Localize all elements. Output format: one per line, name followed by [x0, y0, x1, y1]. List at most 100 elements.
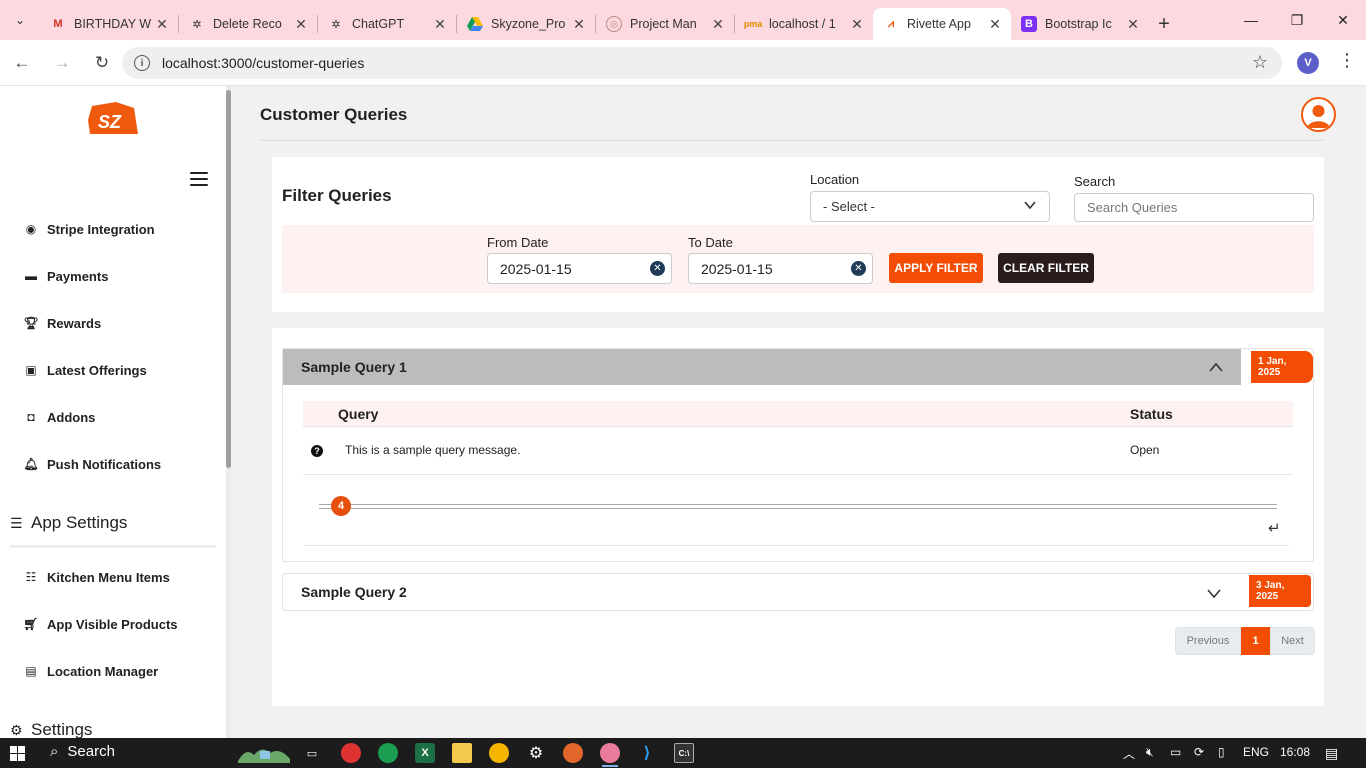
pagination-previous[interactable]: Previous — [1175, 627, 1241, 655]
person-badge-icon: ▤ — [25, 664, 37, 678]
reply-count-badge[interactable]: 4 — [331, 496, 351, 516]
chrome-app-icon[interactable] — [489, 743, 509, 763]
sidebar-item-label: Push Notifications — [47, 456, 162, 472]
browser-tab-active[interactable]: ⩘ Rivette App ✕ — [873, 8, 1011, 40]
chrome-app-icon[interactable] — [378, 743, 398, 763]
battery-icon[interactable]: ▯ — [1218, 745, 1225, 759]
back-arrow-icon[interactable]: ← — [4, 45, 40, 81]
browser-tab[interactable]: ◎ Project Man ✕ — [596, 8, 734, 40]
taskbar-widget-icon[interactable] — [236, 743, 292, 763]
notifications-icon[interactable]: ▤ — [1325, 745, 1338, 762]
tab-close-icon[interactable]: ✕ — [849, 16, 865, 33]
chrome-app-icon[interactable] — [341, 743, 361, 763]
clear-from-date-icon[interactable]: ✕ — [650, 261, 665, 276]
settings-gear-icon[interactable]: ⚙ — [526, 743, 546, 763]
page-title: Customer Queries — [260, 105, 408, 124]
restore-icon[interactable]: ❐ — [1274, 0, 1320, 40]
pagination-page-current[interactable]: 1 — [1241, 627, 1270, 655]
file-explorer-icon[interactable] — [452, 743, 472, 763]
sidebar-item-addons[interactable]: ◘ Addons — [24, 406, 95, 428]
browser-tab[interactable]: ✲ ChatGPT ✕ — [318, 8, 456, 40]
url-text[interactable]: localhost:3000/customer-queries — [162, 55, 364, 71]
new-tab-icon[interactable]: + — [1149, 9, 1179, 39]
credit-card-icon: ▬ — [25, 269, 37, 283]
sidebar-section-app-settings[interactable]: ☰ App Settings — [10, 513, 127, 533]
taskbar-search[interactable]: ⌕ Search — [50, 743, 115, 760]
tray-chevron-up-icon[interactable]: ︿ — [1123, 745, 1135, 762]
sidebar-item-latest-offerings[interactable]: ▣ Latest Offerings — [24, 359, 146, 381]
query-accordion-header[interactable]: Sample Query 1 — [283, 349, 1241, 385]
browser-tab[interactable]: M BIRTHDAY W ✕ — [40, 8, 178, 40]
search-input[interactable] — [1074, 193, 1314, 222]
sidebar-section-settings[interactable]: ⚙ Settings — [10, 720, 92, 738]
hamburger-menu-icon[interactable] — [190, 172, 208, 188]
tab-close-icon[interactable]: ✕ — [154, 16, 170, 33]
tab-close-icon[interactable]: ✕ — [1125, 16, 1141, 33]
browser-menu-icon[interactable]: ⋮ — [1338, 50, 1356, 71]
tab-close-icon[interactable]: ✕ — [571, 16, 587, 33]
network-icon[interactable]: ▭ — [1170, 745, 1181, 759]
site-info-icon[interactable]: i — [134, 55, 150, 71]
clear-to-date-icon[interactable]: ✕ — [851, 261, 866, 276]
to-date-input[interactable]: 2025-01-15 ✕ — [688, 253, 873, 284]
pagination-next[interactable]: Next — [1270, 627, 1315, 655]
sidebar-item-payments[interactable]: ▬ Payments — [24, 265, 108, 287]
url-field[interactable]: i localhost:3000/customer-queries ☆ — [122, 47, 1282, 79]
location-select[interactable]: - Select - — [810, 191, 1050, 222]
reply-enter-icon[interactable]: ↵ — [1268, 519, 1281, 537]
close-window-icon[interactable]: ✕ — [1320, 0, 1366, 40]
chatgpt-icon: ✲ — [331, 18, 341, 31]
tab-close-icon[interactable]: ✕ — [432, 16, 448, 33]
tab-search-chevron-icon[interactable]: ⌄ — [0, 0, 40, 40]
date-badge-line2: 2025 — [1256, 591, 1279, 602]
chrome-app-icon[interactable] — [600, 743, 620, 763]
sidebar-item-stripe-integration[interactable]: ◉ Stripe Integration — [24, 218, 155, 240]
browser-tab[interactable]: ✲ Delete Reco ✕ — [179, 8, 317, 40]
excel-app-icon[interactable]: X — [415, 743, 435, 763]
vscode-app-icon[interactable]: ⟩ — [637, 743, 657, 763]
reload-icon[interactable]: ↻ — [84, 45, 120, 81]
query-status: Open — [1130, 443, 1160, 457]
terminal-app-icon[interactable]: C:\ — [674, 743, 694, 763]
user-avatar-icon[interactable] — [1301, 97, 1336, 132]
sidebar-item-location-manager[interactable]: ▤ Location Manager — [24, 660, 158, 682]
app-logo[interactable]: SZ — [86, 100, 140, 138]
sync-icon[interactable]: ⟳ — [1194, 745, 1204, 759]
bookmark-star-icon[interactable]: ☆ — [1252, 52, 1268, 73]
from-date-input[interactable]: 2025-01-15 ✕ — [487, 253, 672, 284]
bag-icon: ◘ — [27, 410, 35, 424]
clock[interactable]: 16:08 — [1280, 745, 1310, 759]
active-app-indicator — [602, 765, 618, 767]
task-view-icon[interactable]: ▭ — [302, 743, 322, 763]
chevron-down-icon[interactable] — [1207, 586, 1221, 600]
sidebar-item-kitchen-menu-items[interactable]: ☷ Kitchen Menu Items — [24, 566, 170, 588]
apply-filter-button[interactable]: APPLY FILTER — [889, 253, 983, 283]
tab-close-icon[interactable]: ✕ — [710, 16, 726, 33]
tab-close-icon[interactable]: ✕ — [293, 16, 309, 33]
phpmyadmin-icon: pma — [743, 19, 763, 29]
sidebar-item-label: Payments — [47, 268, 109, 284]
minimize-icon[interactable]: — — [1228, 0, 1274, 40]
sidebar-item-push-notifications[interactable]: 🔔︎ Push Notifications — [23, 453, 162, 475]
tab-label: BIRTHDAY W — [74, 17, 152, 31]
stripe-icon: ◉ — [25, 222, 37, 236]
browser-profile-avatar[interactable]: V — [1297, 52, 1319, 74]
browser-tab[interactable]: Skyzone_Pro ✕ — [457, 8, 595, 40]
sidebar-item-rewards[interactable]: 🏆︎ Rewards — [23, 312, 101, 334]
filter-title: Filter Queries — [282, 186, 392, 205]
volume-muted-icon[interactable]: 🔇︎ — [1146, 745, 1154, 760]
sidebar-section-label: Settings — [31, 720, 93, 738]
sidebar-section-label: App Settings — [31, 513, 128, 532]
sidebar-item-app-visible-products[interactable]: 🛒︎ App Visible Products — [23, 613, 177, 635]
language-indicator[interactable]: ENG — [1243, 745, 1269, 759]
forward-arrow-icon[interactable]: → — [44, 45, 80, 81]
windows-start-icon[interactable] — [10, 746, 25, 761]
tab-label: Skyzone_Pro — [491, 17, 566, 31]
browser-tab[interactable]: B Bootstrap Ic ✕ — [1011, 8, 1149, 40]
query-accordion-collapsed[interactable]: Sample Query 2 — [282, 573, 1314, 611]
chrome-app-icon[interactable] — [563, 743, 583, 763]
clear-filter-button[interactable]: CLEAR FILTER — [998, 253, 1094, 283]
tab-close-icon[interactable]: ✕ — [987, 16, 1003, 33]
chevron-up-icon[interactable] — [1209, 361, 1223, 375]
browser-tab[interactable]: pma localhost / 1 ✕ — [735, 8, 873, 40]
